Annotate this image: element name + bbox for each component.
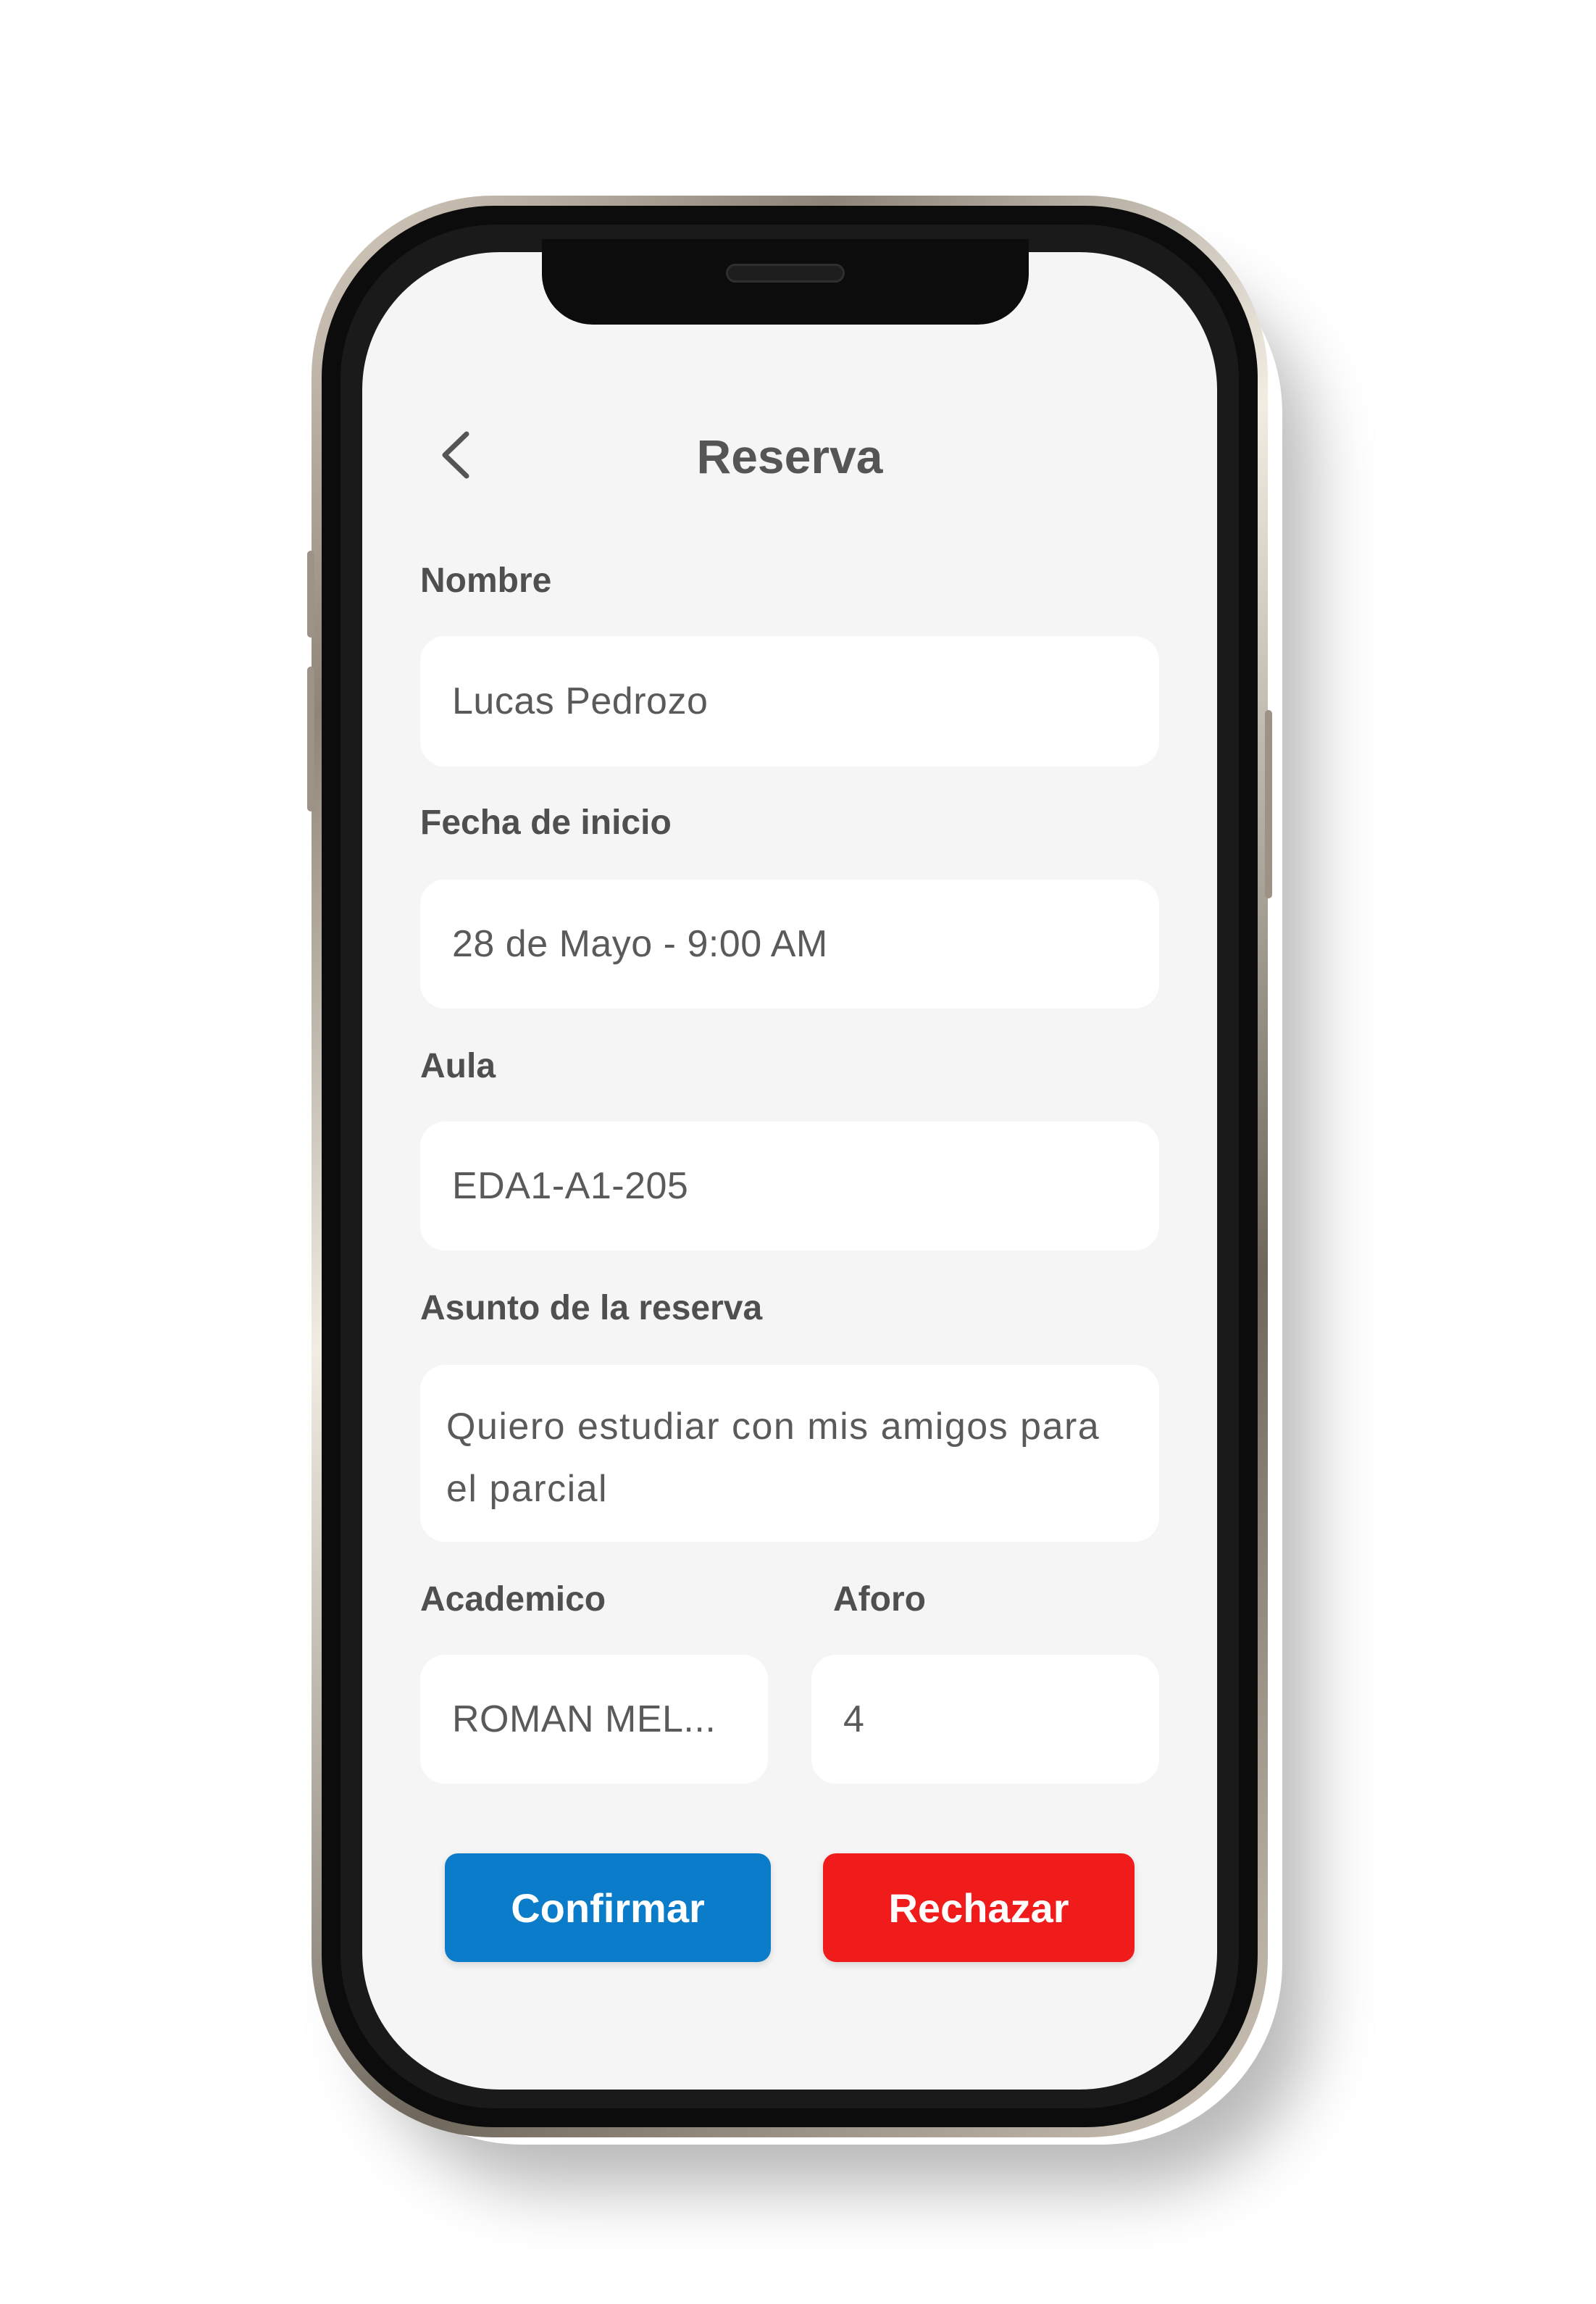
aforo-label: Aforo (833, 1580, 926, 1619)
fecha-inicio-field[interactable]: 28 de Mayo - 9:00 AM (420, 880, 1159, 1009)
aula-field[interactable]: EDA1-A1-205 (420, 1122, 1159, 1251)
asunto-field[interactable]: Quiero estudiar con mis amigos para el p… (420, 1365, 1159, 1542)
academico-label: Academico (420, 1580, 606, 1619)
nombre-field[interactable]: Lucas Pedrozo (420, 636, 1159, 767)
speaker-grille (726, 264, 845, 283)
phone-screen: Reserva Nombre Lucas Pedrozo Fecha de in… (362, 252, 1217, 2090)
asunto-label: Asunto de la reserva (420, 1289, 763, 1327)
fecha-inicio-label: Fecha de inicio (420, 804, 672, 842)
confirm-button[interactable]: Confirmar (445, 1853, 771, 1962)
aforo-field[interactable]: 4 (811, 1655, 1159, 1784)
phone-side-button (307, 551, 314, 638)
phone-volume-button (307, 667, 314, 811)
nombre-label: Nombre (420, 562, 552, 600)
aula-label: Aula (420, 1047, 496, 1085)
phone-power-button (1265, 710, 1272, 898)
page-title: Reserva (696, 430, 883, 483)
reject-button[interactable]: Rechazar (823, 1853, 1135, 1962)
academico-field[interactable]: ROMAN MEL... (420, 1655, 768, 1784)
